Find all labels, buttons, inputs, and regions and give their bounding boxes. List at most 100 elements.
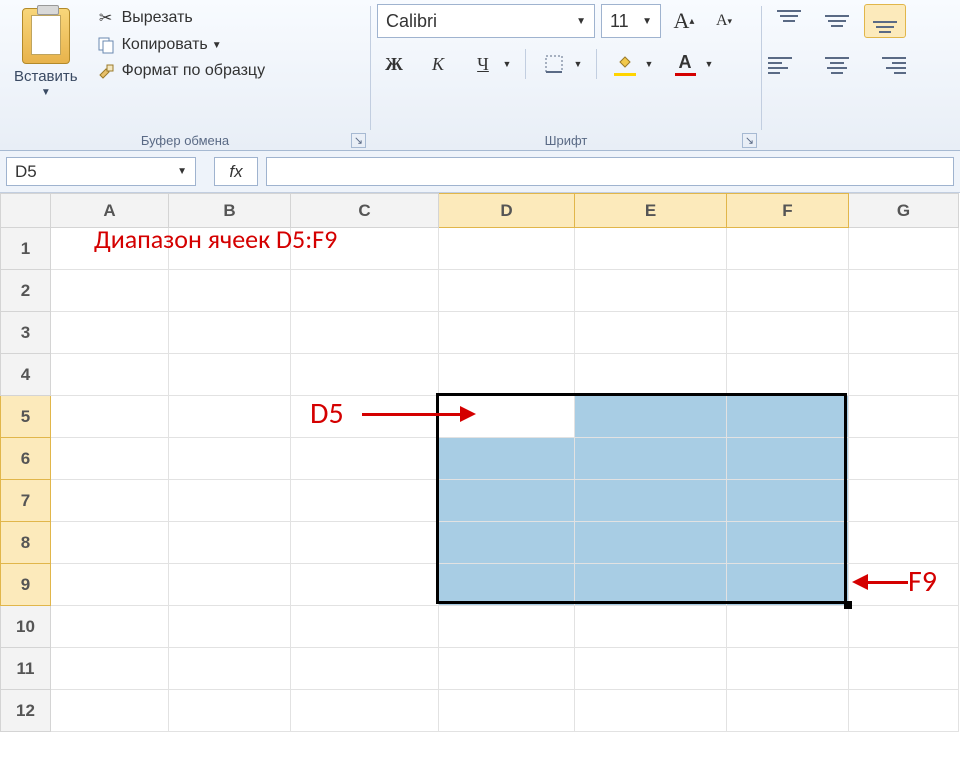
- cell[interactable]: [727, 312, 849, 354]
- cell[interactable]: [291, 648, 439, 690]
- font-color-button[interactable]: A ▼: [667, 46, 717, 82]
- column-header[interactable]: A: [51, 194, 169, 228]
- formula-input[interactable]: [266, 157, 954, 186]
- cell[interactable]: [439, 396, 575, 438]
- cell[interactable]: [169, 564, 291, 606]
- align-middle-button[interactable]: [816, 4, 858, 38]
- copy-button[interactable]: Копировать ▼: [94, 32, 267, 58]
- cell[interactable]: [51, 354, 169, 396]
- cell[interactable]: [291, 522, 439, 564]
- row-header[interactable]: 4: [1, 354, 51, 396]
- cell[interactable]: [169, 480, 291, 522]
- row-header[interactable]: 3: [1, 312, 51, 354]
- cell[interactable]: [849, 522, 959, 564]
- row-header[interactable]: 10: [1, 606, 51, 648]
- italic-button[interactable]: К: [421, 47, 455, 81]
- cell[interactable]: [727, 564, 849, 606]
- cell[interactable]: [439, 564, 575, 606]
- paste-button[interactable]: Вставить ▼: [6, 4, 86, 102]
- cell[interactable]: [439, 606, 575, 648]
- column-header[interactable]: B: [169, 194, 291, 228]
- row-header[interactable]: 6: [1, 438, 51, 480]
- cell[interactable]: [51, 396, 169, 438]
- cell[interactable]: [291, 480, 439, 522]
- row-header[interactable]: 7: [1, 480, 51, 522]
- cell[interactable]: [727, 396, 849, 438]
- cell[interactable]: [51, 522, 169, 564]
- row-header[interactable]: 9: [1, 564, 51, 606]
- cell[interactable]: [575, 480, 727, 522]
- cell[interactable]: [51, 438, 169, 480]
- cell[interactable]: [575, 564, 727, 606]
- cell[interactable]: [849, 690, 959, 732]
- row-header[interactable]: 1: [1, 228, 51, 270]
- cell[interactable]: [51, 312, 169, 354]
- cell[interactable]: [291, 354, 439, 396]
- cell[interactable]: [575, 312, 727, 354]
- cell[interactable]: [51, 564, 169, 606]
- align-right-button[interactable]: [864, 48, 906, 82]
- font-size-select[interactable]: 11 ▼: [601, 4, 661, 38]
- worksheet-grid[interactable]: ABCDEFG123456789101112 Диапазон ячеек D5…: [0, 193, 960, 732]
- cell[interactable]: [439, 522, 575, 564]
- clipboard-dialog-launcher[interactable]: ↘: [351, 133, 366, 148]
- cell[interactable]: [169, 690, 291, 732]
- row-header[interactable]: 8: [1, 522, 51, 564]
- cell[interactable]: [291, 396, 439, 438]
- cell[interactable]: [575, 438, 727, 480]
- cell[interactable]: [169, 606, 291, 648]
- cell[interactable]: [575, 648, 727, 690]
- cell[interactable]: [439, 648, 575, 690]
- fill-color-button[interactable]: ▼: [607, 46, 657, 82]
- cell[interactable]: [169, 648, 291, 690]
- font-dialog-launcher[interactable]: ↘: [742, 133, 757, 148]
- column-header[interactable]: G: [849, 194, 959, 228]
- cell[interactable]: [439, 354, 575, 396]
- format-painter-button[interactable]: Формат по образцу: [94, 58, 267, 84]
- cell[interactable]: [291, 312, 439, 354]
- cell[interactable]: [727, 522, 849, 564]
- name-box[interactable]: D5 ▼: [6, 157, 196, 186]
- cell[interactable]: [575, 228, 727, 270]
- cell[interactable]: [169, 396, 291, 438]
- align-left-button[interactable]: [768, 48, 810, 82]
- cell[interactable]: [51, 228, 169, 270]
- column-header[interactable]: C: [291, 194, 439, 228]
- cell[interactable]: [169, 522, 291, 564]
- align-bottom-button[interactable]: [864, 4, 906, 38]
- cell[interactable]: [849, 606, 959, 648]
- cell[interactable]: [439, 270, 575, 312]
- row-header[interactable]: 11: [1, 648, 51, 690]
- cell[interactable]: [169, 228, 291, 270]
- cell[interactable]: [849, 312, 959, 354]
- cell[interactable]: [727, 270, 849, 312]
- row-header[interactable]: 2: [1, 270, 51, 312]
- cell[interactable]: [575, 606, 727, 648]
- cell[interactable]: [575, 690, 727, 732]
- cell[interactable]: [849, 396, 959, 438]
- column-header[interactable]: F: [727, 194, 849, 228]
- align-top-button[interactable]: [768, 4, 810, 38]
- cell[interactable]: [169, 438, 291, 480]
- cell[interactable]: [51, 606, 169, 648]
- column-header[interactable]: D: [439, 194, 575, 228]
- cell[interactable]: [291, 270, 439, 312]
- borders-button[interactable]: ▼: [536, 46, 586, 82]
- cell[interactable]: [575, 354, 727, 396]
- cell[interactable]: [727, 648, 849, 690]
- cell[interactable]: [291, 438, 439, 480]
- underline-button[interactable]: Ч ▼: [465, 46, 515, 82]
- fx-button[interactable]: fx: [214, 157, 258, 186]
- cut-button[interactable]: ✂ Вырезать: [94, 4, 267, 32]
- cell[interactable]: [291, 690, 439, 732]
- cell[interactable]: [849, 648, 959, 690]
- row-header[interactable]: 12: [1, 690, 51, 732]
- increase-font-button[interactable]: A▴: [667, 4, 701, 38]
- cell[interactable]: [849, 270, 959, 312]
- cell[interactable]: [51, 690, 169, 732]
- font-name-select[interactable]: Calibri ▼: [377, 4, 595, 38]
- cell[interactable]: [849, 480, 959, 522]
- row-header[interactable]: 5: [1, 396, 51, 438]
- cell[interactable]: [291, 228, 439, 270]
- cell[interactable]: [727, 228, 849, 270]
